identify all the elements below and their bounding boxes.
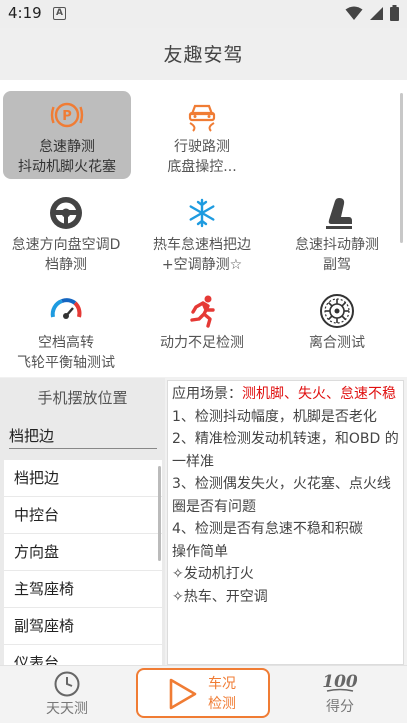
list-item[interactable]: 方向盘 (4, 534, 162, 571)
mode-line2: +空调静测☆ (161, 257, 243, 273)
tab-daily-test[interactable]: 天天测 (27, 670, 107, 718)
wifi-icon (345, 6, 363, 20)
parking-brake-icon: P (50, 102, 84, 128)
mode-line1: 热车怠速档把边 (153, 237, 251, 253)
snowflake-icon (189, 198, 215, 228)
mode-line2: 副驾 (323, 257, 351, 273)
list-item[interactable]: 主驾座椅 (4, 571, 162, 608)
app-title: 友趣安驾 (163, 44, 244, 66)
desc-line: 1、检测抖动幅度，机脚是否老化 (172, 408, 377, 425)
mode-line2: 抖动机脚火花塞 (18, 159, 116, 175)
notification-icon: A (53, 7, 66, 20)
running-man-icon (190, 295, 215, 328)
scene-label: 应用场景： (172, 386, 242, 402)
score-100-icon: 100 (323, 672, 357, 692)
desc-line: 3、检测偶发失火，火花塞、点火线圈是否有问题 (172, 476, 391, 515)
list-item[interactable]: 仪表台 (4, 645, 162, 665)
battery-icon (390, 5, 399, 21)
car-check-line2: 检测 (208, 696, 236, 712)
scene-line: 应用场景：测机脚、失火、怠速不稳 (172, 383, 399, 406)
mode-line1: 动力不足检测 (160, 335, 244, 351)
phone-position-panel: 手机摆放位置 档把边 档把边 中控台 方向盘 主驾座椅 副驾座椅 仪表台 (0, 378, 165, 665)
selected-underline (9, 448, 157, 449)
mode-line2: 底盘操控... (167, 159, 237, 175)
mode-road-test[interactable]: 行驶路测 底盘操控... (138, 97, 266, 177)
mode-line1: 行驶路测 (174, 139, 230, 155)
mode-line2: 飞轮平衡轴测试 (17, 355, 115, 371)
desc-line: 4、检测是否有怠速不稳和积碳 (172, 521, 363, 537)
car-check-button[interactable]: 车况 检测 (136, 668, 270, 718)
list-item[interactable]: 中控台 (4, 497, 162, 534)
clock-icon (54, 671, 80, 697)
mode-line1: 空档高转 (38, 335, 94, 351)
mode-line1: 怠速静测 (39, 139, 95, 155)
desc-line: ✧热车、开空调 (172, 588, 268, 605)
mode-line1: 怠速抖动静测 (295, 237, 379, 253)
mode-passenger-idle[interactable]: 怠速抖动静测 副驾 (273, 195, 401, 275)
mode-line1: 怠速方向盘空调D (11, 237, 121, 253)
car-check-line1: 车况 (208, 676, 236, 692)
app-header: 友趣安驾 (0, 28, 407, 80)
mode-line2: 档静测 (45, 257, 87, 273)
play-icon (169, 678, 197, 710)
tab-score[interactable]: 100 得分 (300, 670, 380, 716)
bottom-nav: 天天测 车况 检测 100 得分 (0, 665, 407, 723)
mode-clutch-test[interactable]: 离合测试 (273, 293, 401, 353)
list-scrollbar[interactable] (158, 466, 161, 561)
mode-steering-ac[interactable]: 怠速方向盘空调D 档静测 (2, 195, 130, 275)
car-road-icon (188, 104, 216, 132)
car-check-label: 车况 检测 (202, 674, 242, 714)
list-item[interactable]: 档把边 (4, 460, 162, 497)
desc-line: 2、精准检测发动机转速，和OBD 的一样准 (172, 431, 399, 470)
tab-label: 天天测 (46, 701, 88, 717)
tab-label: 得分 (326, 699, 354, 715)
status-time: 4:19 (8, 4, 42, 22)
mode-grid: P 怠速静测 抖动机脚火花塞 行驶路测 底盘操控... 怠速方向盘空调D 档静测 (0, 80, 407, 377)
status-bar: 4:19 A (0, 0, 407, 28)
phone-position-selected[interactable]: 档把边 (9, 425, 54, 446)
scene-value: 测机脚、失火、怠速不稳 (242, 386, 396, 402)
mode-warm-idle[interactable]: 热车怠速档把边 +空调静测☆ (138, 195, 266, 275)
mode-neutral-rev[interactable]: 空档高转 飞轮平衡轴测试 (2, 293, 130, 373)
steering-wheel-icon (50, 197, 82, 229)
desc-line: ✧发动机打火 (172, 566, 254, 582)
svg-text:P: P (62, 109, 72, 124)
signal-icon (370, 6, 383, 20)
car-seat-icon (326, 198, 352, 229)
phone-position-title: 手机摆放位置 (37, 389, 128, 407)
list-item[interactable]: 副驾座椅 (4, 608, 162, 645)
desc-line: 操作简单 (172, 543, 228, 560)
clutch-disc-icon (320, 294, 354, 328)
mode-idle-static[interactable]: P 怠速静测 抖动机脚火花塞 (3, 91, 131, 179)
mode-line1: 离合测试 (309, 335, 365, 351)
status-icons (345, 5, 399, 21)
speedometer-icon (50, 298, 82, 319)
mode-power-test[interactable]: 动力不足检测 (138, 293, 266, 353)
phone-position-list: 档把边 中控台 方向盘 主驾座椅 副驾座椅 仪表台 (4, 460, 162, 665)
description-panel: 应用场景：测机脚、失火、怠速不稳 1、检测抖动幅度，机脚是否老化 2、精准检测发… (167, 380, 404, 665)
